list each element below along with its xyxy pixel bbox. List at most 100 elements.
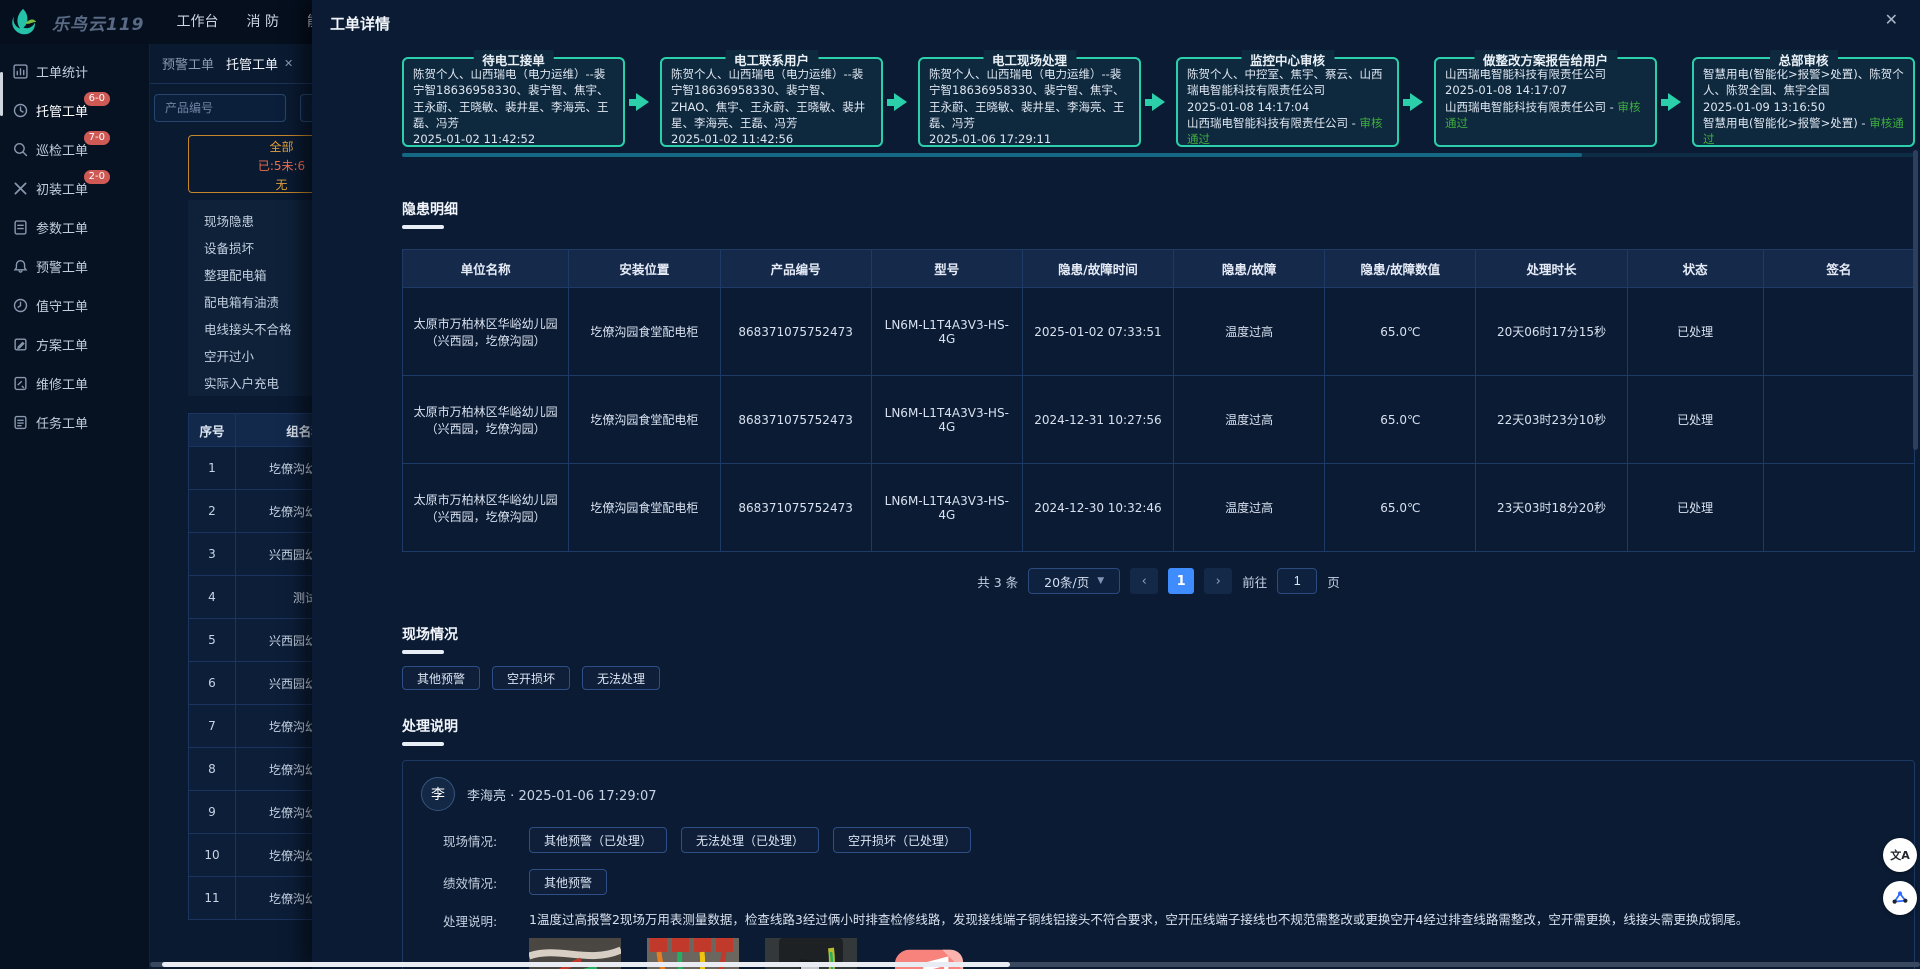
hazard-section-heading: 隐患明细	[402, 199, 1915, 229]
drawer-title: 工单详情	[330, 13, 390, 34]
heading-underline	[402, 225, 444, 229]
process-comment-box: 李 李海亮 · 2025-01-06 17:29:07 现场情况:其他预警（已处…	[402, 760, 1915, 969]
sidebar-item-托管工单[interactable]: 托管工单6-0	[0, 91, 149, 130]
page-size-select[interactable]: 20条/页 ▼	[1028, 568, 1120, 594]
step-people: 智慧用电(智能化>报警>处置)、陈贺个人、陈贺全国、焦宇全国	[1703, 66, 1904, 99]
sidebar-item-初装工单[interactable]: 初装工单2-0	[0, 169, 149, 208]
steps-scrollbar[interactable]	[402, 153, 1915, 157]
hazard-cell: 22天03时23分10秒	[1476, 376, 1627, 464]
workflow-step-4[interactable]: 监控中心审核陈贺个人、中控室、焦宇、蔡云、山西瑞电智能科技有限责任公司2025-…	[1176, 57, 1399, 147]
sidebar-item-label: 值守工单	[36, 296, 88, 315]
topnav-item-1[interactable]: 消 防	[233, 0, 293, 44]
goto-page-input[interactable]	[1277, 568, 1317, 594]
workflow-step-5[interactable]: 做整改方案报告给用户山西瑞电智能科技有限责任公司2025-01-08 14:17…	[1434, 57, 1657, 147]
workflow-step-body: 陈贺个人、山西瑞电（电力运维）--裴宁智18636958330、裴宁智、焦宇、王…	[929, 66, 1130, 144]
step-people: 陈贺个人、山西瑞电（电力运维）--裴宁智18636958330、裴宁智、焦宇、王…	[929, 66, 1130, 131]
process-section-title: 处理说明	[402, 719, 458, 735]
topnav-item-0[interactable]: 工作台	[163, 0, 233, 44]
step-people: 陈贺个人、山西瑞电（电力运维）--裴宁智18636958330、裴宁智、ZHAO…	[671, 66, 872, 131]
tab-托管工单[interactable]: 托管工单✕	[226, 54, 293, 73]
close-icon[interactable]: ✕	[1885, 12, 1898, 28]
process-desc-label: 处理说明:	[443, 911, 529, 930]
scene-tags: 其他预警空开损坏无法处理	[402, 666, 1915, 690]
hazard-cell: LN6M-L1T4A3V3-HS-4G	[871, 376, 1022, 464]
workflow-step-body: 智慧用电(智能化>报警>处置)、陈贺个人、陈贺全国、焦宇全国2025-01-09…	[1703, 66, 1904, 144]
scene-section-title: 现场情况	[402, 627, 458, 643]
hazard-table: 单位名称安装位置产品编号型号隐患/故障时间隐患/故障隐患/故障数值处理时长状态签…	[402, 249, 1915, 552]
tab-close-icon[interactable]: ✕	[284, 57, 293, 70]
avatar: 李	[421, 777, 455, 811]
goto-label: 前往	[1242, 572, 1267, 591]
step-time: 2025-01-02 11:42:56	[671, 131, 872, 144]
group-cell: 8	[189, 748, 236, 791]
prev-page-button[interactable]: ‹	[1130, 568, 1158, 594]
sidebar-item-参数工单[interactable]: 参数工单	[0, 208, 149, 247]
scene-tag[interactable]: 空开损坏	[492, 666, 570, 690]
repair-icon	[13, 376, 28, 391]
workflow-step-1[interactable]: 待电工接单陈贺个人、山西瑞电（电力运维）--裴宁智18636958330、裴宁智…	[402, 57, 625, 147]
translate-icon: 文A	[1890, 847, 1910, 863]
workflow-step-body: 陈贺个人、中控室、焦宇、蔡云、山西瑞电智能科技有限责任公司2025-01-08 …	[1187, 66, 1388, 144]
product-code-input[interactable]	[154, 94, 286, 122]
sidebar-item-预警工单[interactable]: 预警工单	[0, 247, 149, 286]
step-time: 2025-01-08 14:17:04	[1187, 99, 1388, 115]
hazard-cell: 65.0℃	[1325, 288, 1476, 376]
translate-button[interactable]: 文A	[1883, 838, 1917, 872]
pagination-total: 共 3 条	[977, 572, 1018, 591]
workflow-step-body: 陈贺个人、山西瑞电（电力运维）--裴宁智18636958330、裴宁智、焦宇、王…	[413, 66, 614, 144]
sidebar-item-巡检工单[interactable]: 巡检工单7-0	[0, 130, 149, 169]
sidebar-item-任务工单[interactable]: 任务工单	[0, 403, 149, 442]
sidebar-item-工单统计[interactable]: 工单统计	[0, 52, 149, 91]
status-tag: 其他预警	[529, 869, 607, 895]
hazard-cell: 圪僚沟园食堂配电柜	[569, 464, 720, 552]
step-time: 2025-01-08 14:17:07	[1445, 82, 1646, 98]
horizontal-scrollbar-thumb[interactable]	[162, 962, 1010, 967]
hazard-cell: 圪僚沟园食堂配电柜	[569, 288, 720, 376]
hazard-table-header-row: 单位名称安装位置产品编号型号隐患/故障时间隐患/故障隐患/故障数值处理时长状态签…	[403, 250, 1915, 288]
hazard-cell: LN6M-L1T4A3V3-HS-4G	[871, 288, 1022, 376]
sidebar-item-label: 初装工单2-0	[36, 179, 88, 198]
sidebar-item-label: 维修工单	[36, 374, 88, 393]
sidebar-item-维修工单[interactable]: 维修工单	[0, 364, 149, 403]
scene-section-heading: 现场情况	[402, 624, 1915, 654]
workflow-step-title: 总部审核	[1769, 50, 1837, 69]
group-cell: 1	[189, 447, 236, 490]
workflow-step-6[interactable]: 总部审核智慧用电(智能化>报警>处置)、陈贺个人、陈贺全国、焦宇全国2025-0…	[1692, 57, 1915, 147]
sidebar-item-方案工单[interactable]: 方案工单	[0, 325, 149, 364]
workflow-step-2[interactable]: 电工联系用户陈贺个人、山西瑞电（电力运维）--裴宁智18636958330、裴宁…	[660, 57, 883, 147]
hazard-column-header: 状态	[1627, 250, 1763, 288]
workflow-step-3[interactable]: 电工现场处理陈贺个人、山西瑞电（电力运维）--裴宁智18636958330、裴宁…	[918, 57, 1141, 147]
step-review: 山西瑞电智能科技有限责任公司 - 审核通过	[1445, 99, 1646, 132]
comment-row-label: 现场情况:	[443, 831, 529, 850]
comment-row-label: 绩效情况:	[443, 873, 529, 892]
hazard-cell: 20天06时17分15秒	[1476, 288, 1627, 376]
hazard-cell: 温度过高	[1174, 288, 1325, 376]
hazard-cell: 已处理	[1627, 376, 1763, 464]
graph-button[interactable]	[1883, 881, 1917, 915]
next-page-button[interactable]: ›	[1204, 568, 1232, 594]
drawer-scrollbar[interactable]	[1913, 150, 1918, 450]
step-time: 2025-01-06 17:29:11	[929, 131, 1130, 144]
workflow-step-title: 待电工接单	[473, 50, 554, 69]
group-cell: 3	[189, 533, 236, 576]
hazard-table-row: 太原市万柏林区华峪幼儿园（兴西园，圪僚沟园）圪僚沟园食堂配电柜868371075…	[403, 376, 1915, 464]
sidebar-item-值守工单[interactable]: 值守工单	[0, 286, 149, 325]
sidebar-item-label: 预警工单	[36, 257, 88, 276]
comment-author: 李海亮	[467, 789, 506, 804]
scene-tag[interactable]: 无法处理	[582, 666, 660, 690]
step-arrow-icon	[1399, 93, 1434, 111]
hazard-cell: 已处理	[1627, 464, 1763, 552]
group-cell: 10	[189, 834, 236, 877]
logo-icon	[8, 7, 38, 37]
hazard-cell: 868371075752473	[720, 288, 871, 376]
tab-预警工单[interactable]: 预警工单	[162, 54, 214, 73]
group-column-header: 序号	[189, 414, 236, 447]
hazard-column-header: 签名	[1763, 250, 1914, 288]
sidebar-scrollbar[interactable]	[0, 72, 3, 116]
step-review: 山西瑞电智能科技有限责任公司 - 审核通过	[1187, 115, 1388, 144]
scene-tag[interactable]: 其他预警	[402, 666, 480, 690]
hazard-table-row: 太原市万柏林区华峪幼儿园（兴西园，圪僚沟园）圪僚沟园食堂配电柜868371075…	[403, 464, 1915, 552]
hazard-column-header: 隐患/故障数值	[1325, 250, 1476, 288]
page-number-1[interactable]: 1	[1168, 568, 1194, 594]
hazard-cell: 868371075752473	[720, 376, 871, 464]
